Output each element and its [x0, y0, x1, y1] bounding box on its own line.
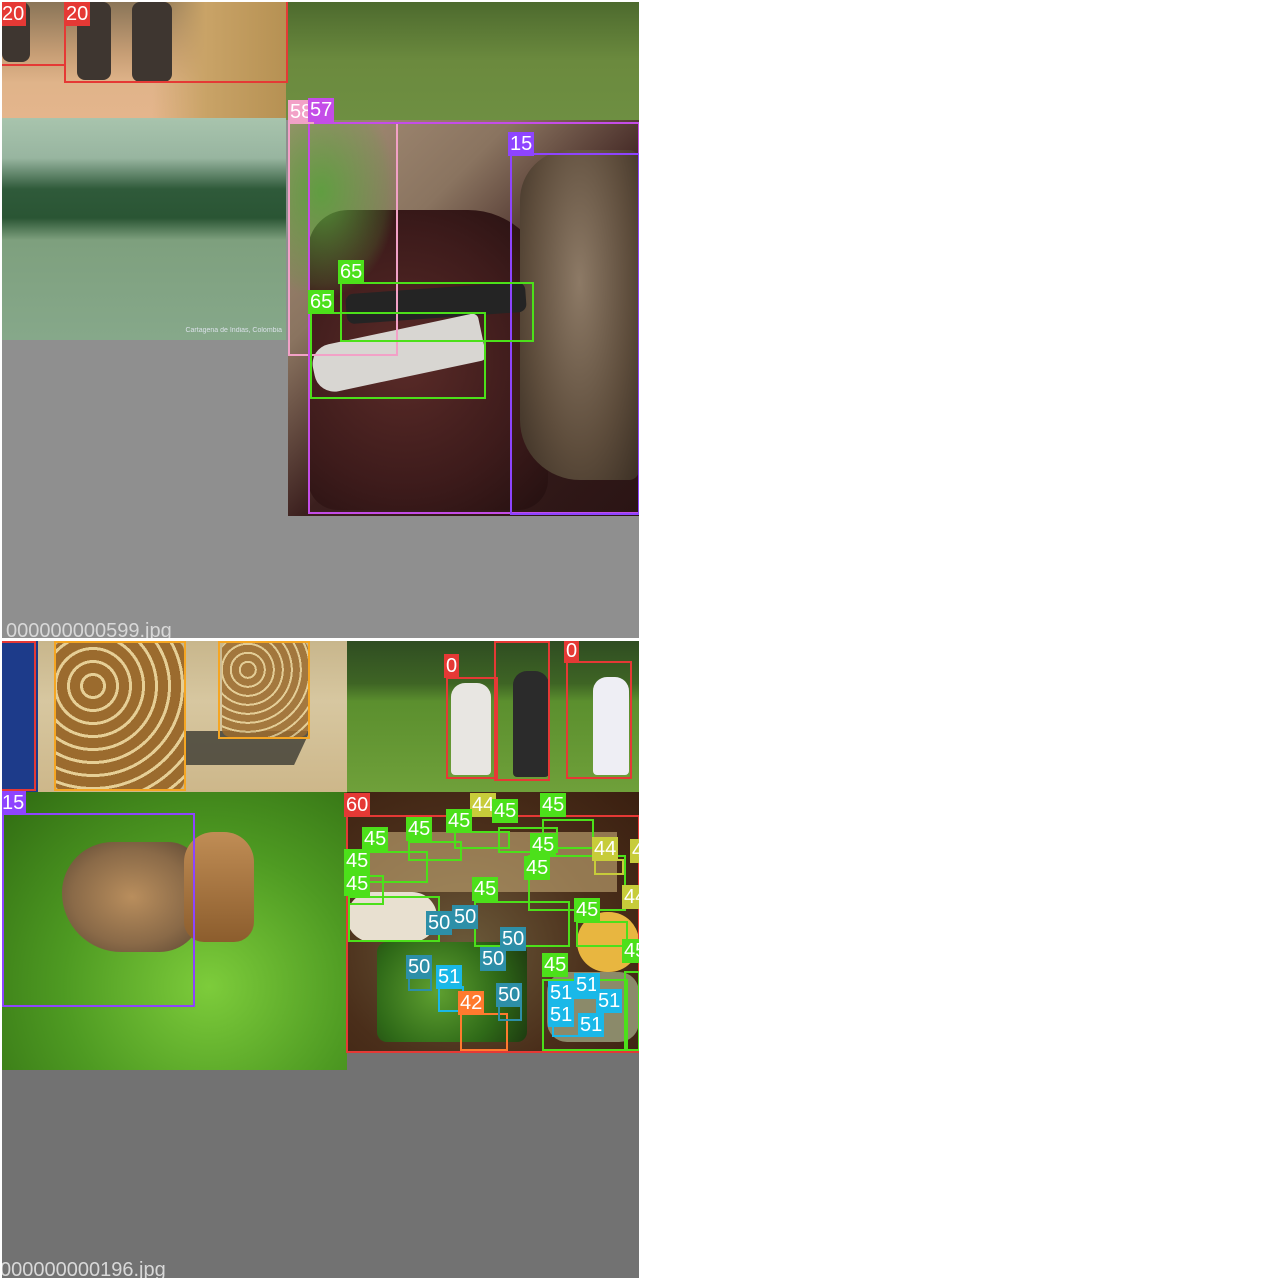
photo-lake: Cartagena de Indias, Colombia [2, 118, 286, 340]
detection-label: 45 [530, 833, 557, 857]
bbox-class-0 [446, 677, 498, 779]
detection-label: 45 [540, 793, 567, 817]
detection-label: 0 [444, 654, 460, 678]
detection-label: 44 [630, 839, 639, 863]
photo-credit: Cartagena de Indias, Colombia [185, 327, 282, 334]
detection-label: 45 [446, 809, 473, 833]
detection-label: 57 [308, 98, 335, 122]
bbox-class-23 [218, 641, 310, 739]
detection-label: 20 [64, 2, 91, 26]
bbox-class-45 [624, 971, 639, 1051]
bbox-class-45 [576, 921, 628, 947]
detection-label: 15 [2, 791, 27, 815]
bbox-class-15 [2, 813, 195, 1007]
detection-label: 50 [496, 983, 523, 1007]
detection-label: 51 [436, 965, 463, 989]
detection-label: 50 [480, 947, 507, 971]
detection-label: 42 [458, 991, 485, 1015]
detection-label: 51 [596, 989, 623, 1013]
mosaic-bottom: 0 23 23 0 0 0 15 60 44 45 45 45 45 45 45… [2, 641, 639, 1278]
bbox-class-44 [594, 859, 624, 875]
mosaic-filename: 000000000196.jpg [2, 1259, 166, 1278]
mosaic-top: Cartagena de Indias, Colombia 20 20 58 5… [2, 2, 639, 638]
detection-label: 45 [524, 856, 551, 880]
detection-label: 45 [622, 939, 639, 963]
detection-label: 60 [344, 793, 371, 817]
detection-label: 44 [622, 885, 639, 909]
detection-label: 65 [338, 260, 365, 284]
bbox-class-65 [310, 312, 486, 399]
detection-label: 45 [344, 849, 371, 873]
detection-label: 20 [2, 2, 27, 26]
bbox-class-0 [494, 641, 550, 781]
bbox-class-0 [2, 641, 36, 791]
detection-label: 51 [548, 1003, 575, 1027]
detection-label: 50 [452, 905, 479, 929]
detection-label: 65 [308, 290, 335, 314]
bbox-class-20 [64, 2, 288, 83]
detection-label: 50 [426, 911, 453, 935]
bbox-class-23 [54, 641, 186, 791]
detection-label: 0 [564, 641, 580, 663]
detection-label: 45 [492, 799, 519, 823]
detection-label: 45 [362, 827, 389, 851]
detection-label: 50 [406, 955, 433, 979]
mosaic-filename: 000000000599.jpg [6, 620, 172, 638]
detection-label: 45 [574, 898, 601, 922]
detection-label: 51 [578, 1013, 605, 1037]
detection-label: 45 [472, 877, 499, 901]
detection-label: 44 [592, 837, 619, 861]
detection-label: 45 [344, 872, 371, 896]
detection-label: 15 [508, 132, 535, 156]
photo-grass [286, 2, 639, 120]
bbox-class-0 [566, 661, 632, 779]
detection-label: 45 [542, 953, 569, 977]
detection-label: 45 [406, 817, 433, 841]
detection-label: 51 [548, 981, 575, 1005]
